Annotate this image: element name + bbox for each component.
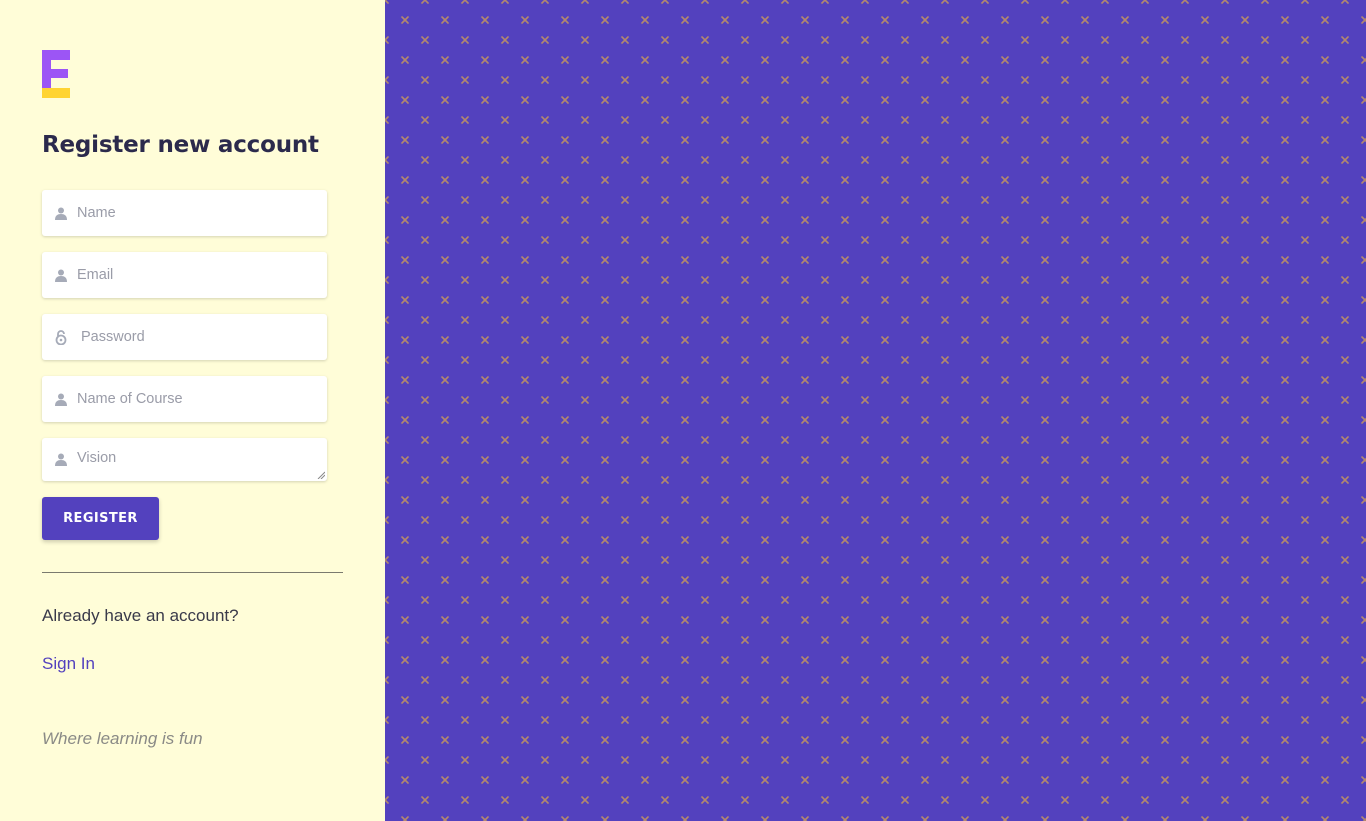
tagline: Where learning is fun [42,729,203,748]
email-input[interactable] [77,252,327,298]
unlock-icon [54,329,68,345]
user-icon [54,392,68,406]
course-field[interactable] [42,376,327,422]
divider [42,572,343,573]
user-icon [54,206,68,220]
user-icon [54,452,68,466]
resize-grip-icon[interactable] [317,471,325,479]
brand-logo-icon [42,50,70,98]
password-field[interactable] [42,314,327,360]
cross-pattern-background [385,0,1366,821]
email-field[interactable] [42,252,327,298]
page-title: Register new account [42,132,319,158]
vision-field[interactable] [42,438,327,481]
decorative-pattern-panel [385,0,1366,821]
vision-textarea[interactable] [77,438,327,481]
course-input[interactable] [77,376,327,422]
user-icon [54,268,68,282]
name-input[interactable] [77,190,327,236]
register-button[interactable]: REGISTER [42,497,159,540]
already-have-account-text: Already have an account? [42,606,239,625]
password-input[interactable] [81,314,327,360]
sign-in-link[interactable]: Sign In [42,654,95,674]
register-panel: Register new account REGISTE [0,0,385,821]
name-field[interactable] [42,190,327,236]
